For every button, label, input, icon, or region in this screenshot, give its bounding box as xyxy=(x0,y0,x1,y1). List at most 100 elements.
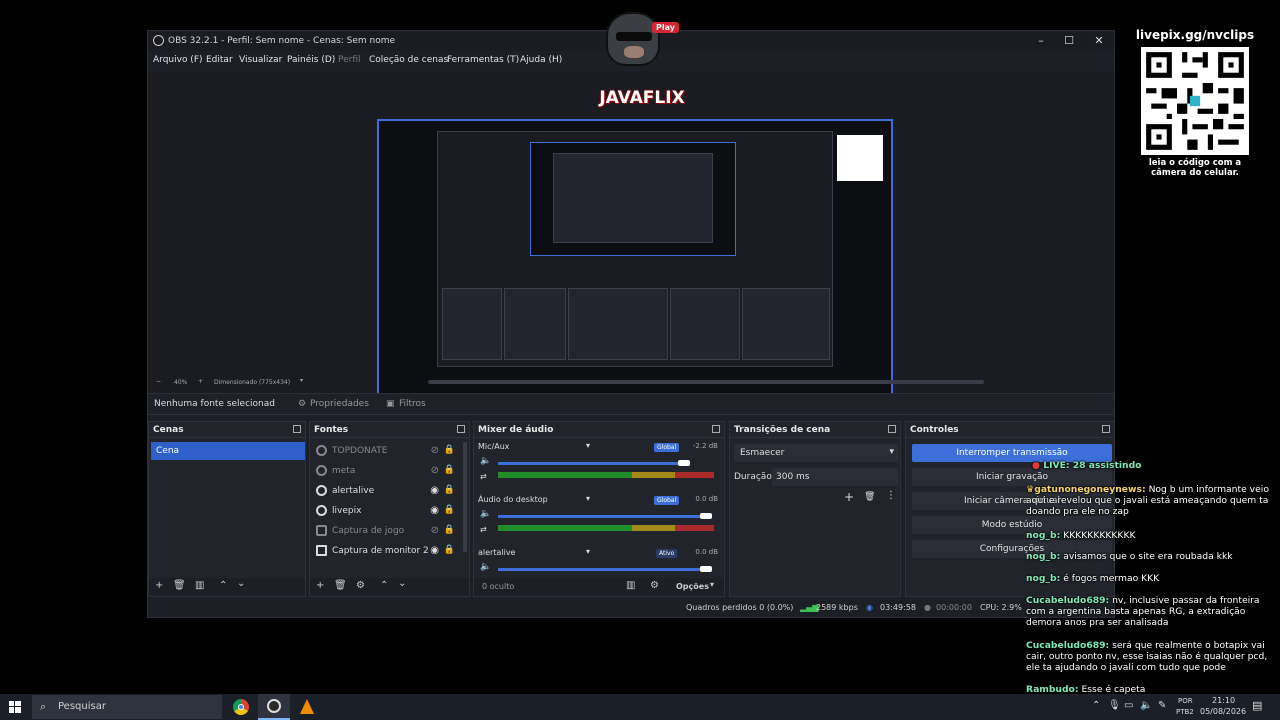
add-icon[interactable]: + xyxy=(844,490,854,504)
scale-mode[interactable]: Dimensionado (775x434) xyxy=(214,379,290,386)
notification-icon[interactable]: ▤ xyxy=(1252,699,1262,712)
menu-arquivo[interactable]: Arquivo (F) xyxy=(153,55,203,65)
volume-knob[interactable] xyxy=(678,460,690,466)
zoom-out-icon[interactable]: − xyxy=(156,378,161,385)
speaker-icon[interactable]: 🔈 xyxy=(480,456,491,466)
channel-badge[interactable]: Ativo xyxy=(656,549,678,558)
vlc-icon[interactable] xyxy=(300,699,314,714)
menu-ferramentas[interactable]: Ferramentas (T) xyxy=(447,55,519,65)
channel-badge[interactable]: Global xyxy=(654,496,680,505)
lock-icon[interactable]: 🔒 xyxy=(444,545,455,555)
mute-icon[interactable]: ⇄ xyxy=(480,525,487,534)
lock-icon[interactable]: 🔒 xyxy=(444,445,455,455)
eye-slash-icon[interactable]: ⊘ xyxy=(431,465,439,476)
lock-icon[interactable]: 🔒 xyxy=(444,505,455,515)
source-item[interactable]: Captura de monitor 2 ◉ 🔒 xyxy=(316,542,457,560)
mute-icon[interactable]: ⇄ xyxy=(480,472,487,481)
chevron-down-icon[interactable]: ▾ xyxy=(710,580,714,589)
stream-preview[interactable] xyxy=(377,119,893,409)
menu-visualizar[interactable]: Visualizar xyxy=(239,55,282,65)
down-icon[interactable]: ⌄ xyxy=(237,578,245,589)
trash-icon[interactable]: 🗑 xyxy=(334,580,347,591)
filter-icon[interactable]: ▥ xyxy=(195,580,204,591)
add-icon[interactable]: + xyxy=(316,580,324,591)
options-button[interactable]: Opções xyxy=(676,582,709,591)
lock-icon[interactable]: 🔒 xyxy=(444,525,455,535)
speaker-icon[interactable]: 🔈 xyxy=(480,562,491,572)
clock-time[interactable]: 21:10 xyxy=(1212,696,1235,705)
menu-perfil[interactable]: Perfil xyxy=(338,55,361,65)
settings-icon[interactable]: ⚙ xyxy=(650,580,659,591)
maximize-icon[interactable]: ☐ xyxy=(1056,33,1082,49)
horizontal-scrollbar[interactable] xyxy=(428,380,984,384)
filters-button[interactable]: Filtros xyxy=(399,399,426,409)
trash-icon[interactable]: 🗑 xyxy=(864,492,875,502)
keyboard-layout[interactable]: PTB2 xyxy=(1176,708,1194,716)
source-item[interactable]: meta ⊘ 🔒 xyxy=(316,462,457,480)
taskbar-search[interactable]: ⌕ Pesquisar xyxy=(32,695,222,719)
volume-knob[interactable] xyxy=(700,513,712,519)
microphone-icon[interactable]: 🎙 xyxy=(1108,700,1121,711)
source-item[interactable]: alertalive ◉ 🔒 xyxy=(316,482,457,500)
mixer-footer: 0 oculto ▥ ⚙ Opções ▾ xyxy=(474,578,724,596)
windows-start-icon[interactable] xyxy=(9,701,21,713)
speaker-icon[interactable]: 🔈 xyxy=(480,509,491,519)
menu-ajuda[interactable]: Ajuda (H) xyxy=(520,55,562,65)
duration-input[interactable]: 300 ms xyxy=(772,468,898,486)
transition-select[interactable]: Esmaecer ▾ xyxy=(734,444,898,462)
stream-time: 03:49:58 xyxy=(880,603,916,612)
volume-icon[interactable]: 🔈 xyxy=(1140,700,1152,711)
layout-icon[interactable]: ▥ xyxy=(626,580,635,591)
chevron-down-icon[interactable]: ▾ xyxy=(586,494,590,503)
minimize-icon[interactable]: – xyxy=(1028,33,1054,49)
scene-item[interactable]: Cena xyxy=(151,442,305,460)
up-icon[interactable]: ⌃ xyxy=(380,580,388,591)
chevron-up-icon[interactable]: ⌃ xyxy=(1092,700,1100,711)
menu-colecao-cenas[interactable]: Coleção de cenas xyxy=(369,55,448,65)
volume-slider[interactable] xyxy=(498,515,706,518)
clock-date[interactable]: 05/08/2026 xyxy=(1200,707,1246,716)
chat-message: nog_b: é fogos mermao KKK xyxy=(1026,573,1160,584)
gear-icon[interactable]: ⚙ xyxy=(356,580,365,591)
obs-taskbar-button[interactable] xyxy=(258,694,290,720)
properties-button[interactable]: Propriedades xyxy=(310,399,369,409)
language[interactable]: POR xyxy=(1178,697,1193,705)
chevron-down-icon[interactable]: ▾ xyxy=(586,547,590,556)
lock-icon[interactable]: 🔒 xyxy=(444,465,455,475)
eye-icon[interactable]: ◉ xyxy=(430,485,439,496)
source-item[interactable]: Captura de jogo ⊘ 🔒 xyxy=(316,522,457,540)
chevron-down-icon[interactable]: ▾ xyxy=(586,441,590,450)
popout-icon[interactable] xyxy=(712,425,720,433)
up-icon[interactable]: ⌃ xyxy=(219,580,227,591)
mixer-header: Mixer de áudio xyxy=(474,422,724,438)
popout-icon[interactable] xyxy=(293,425,301,433)
channel-badge[interactable]: Global xyxy=(654,443,680,452)
menu-editar[interactable]: Editar xyxy=(206,55,233,65)
zoom-in-icon[interactable]: + xyxy=(198,378,203,385)
popout-icon[interactable] xyxy=(1102,425,1110,433)
eye-slash-icon[interactable]: ⊘ xyxy=(431,445,439,456)
menu-paineis[interactable]: Painéis (D) xyxy=(287,55,335,65)
lock-icon[interactable]: 🔒 xyxy=(444,485,455,495)
chevron-down-icon[interactable]: ▾ xyxy=(300,377,303,384)
add-icon[interactable]: + xyxy=(155,580,163,591)
down-icon[interactable]: ⌄ xyxy=(398,578,406,589)
eye-icon[interactable]: ◉ xyxy=(430,505,439,516)
sources-scrollbar[interactable] xyxy=(463,442,467,552)
volume-knob[interactable] xyxy=(700,566,712,572)
popout-icon[interactable] xyxy=(888,425,896,433)
close-icon[interactable]: ✕ xyxy=(1086,33,1112,49)
source-item[interactable]: TOPDONATE ⊘ 🔒 xyxy=(316,442,457,460)
source-item[interactable]: livepix ◉ 🔒 xyxy=(316,502,457,520)
trash-icon[interactable]: 🗑 xyxy=(173,580,186,591)
network-icon[interactable]: ▭ xyxy=(1124,700,1133,711)
more-icon[interactable]: ⋮ xyxy=(886,490,896,501)
eye-icon[interactable]: ◉ xyxy=(430,545,439,556)
volume-slider[interactable] xyxy=(498,568,706,571)
chrome-icon[interactable] xyxy=(233,699,249,715)
nested-qr xyxy=(837,135,883,181)
volume-slider[interactable] xyxy=(498,462,686,465)
eye-slash-icon[interactable]: ⊘ xyxy=(431,525,439,536)
popout-icon[interactable] xyxy=(457,425,465,433)
pen-icon[interactable]: ✎ xyxy=(1158,700,1166,711)
